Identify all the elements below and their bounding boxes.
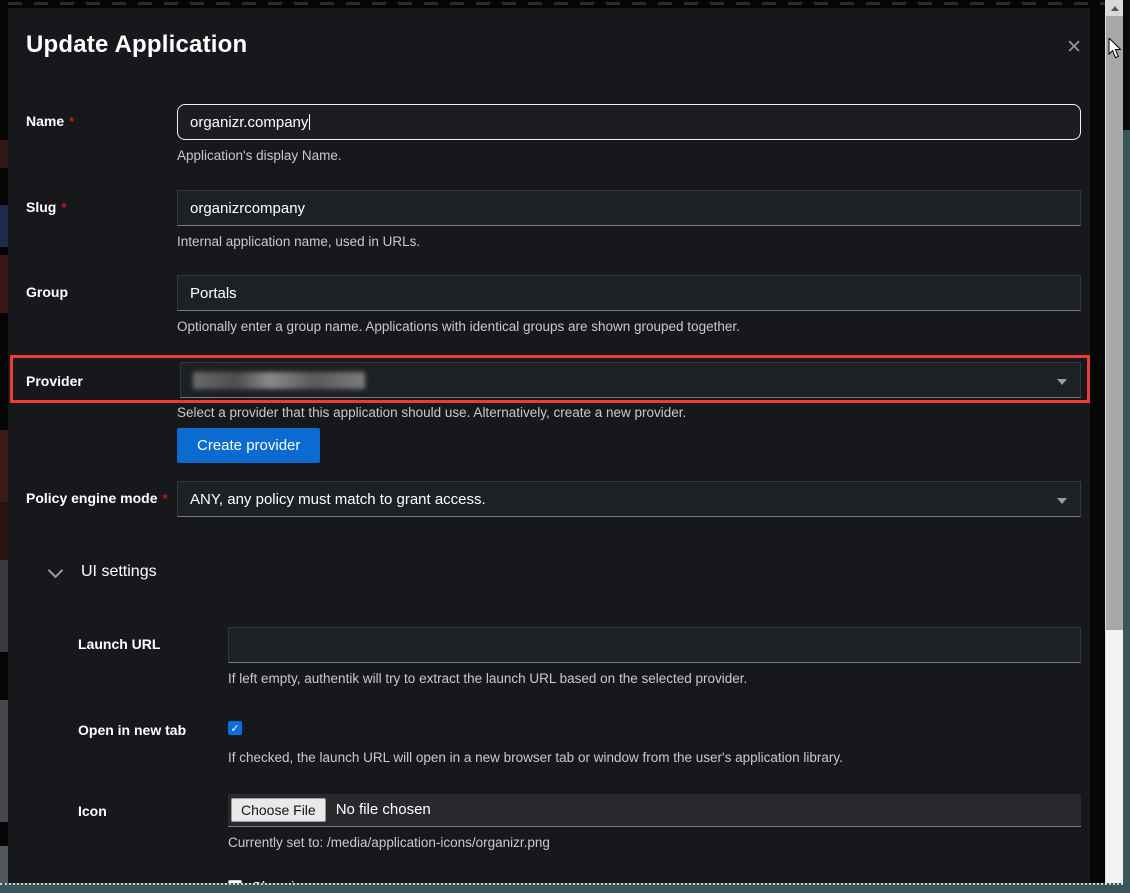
provider-select[interactable] bbox=[180, 362, 1081, 398]
launch-url-input[interactable] bbox=[228, 627, 1081, 663]
policy-engine-mode-label: Policy engine mode* bbox=[26, 481, 177, 506]
file-status-text: No file chosen bbox=[336, 801, 431, 818]
group-help: Optionally enter a group name. Applicati… bbox=[177, 317, 1081, 336]
text-caret bbox=[309, 114, 310, 130]
form-row-slug: Slug* organizrcompany Internal applicati… bbox=[26, 190, 1081, 251]
icon-file-input[interactable]: Choose File No file chosen bbox=[228, 794, 1081, 827]
slug-label: Slug* bbox=[26, 190, 177, 215]
backdrop-fragment bbox=[0, 700, 8, 822]
required-marker: * bbox=[162, 491, 167, 506]
check-icon: ✓ bbox=[230, 722, 239, 735]
backdrop-fragment bbox=[0, 560, 8, 652]
form-row-policy-engine-mode: Policy engine mode* ANY, any policy must… bbox=[26, 481, 1081, 517]
close-icon[interactable]: ✕ bbox=[1066, 38, 1082, 57]
name-label: Name* bbox=[26, 104, 177, 129]
name-input[interactable]: organizr.company bbox=[177, 104, 1081, 140]
required-marker: * bbox=[61, 200, 66, 215]
provider-annotation-box: Provider bbox=[10, 355, 1090, 403]
create-provider-button[interactable]: Create provider bbox=[177, 428, 320, 463]
backdrop-fragment bbox=[0, 205, 8, 247]
dropdown-caret-icon bbox=[1057, 498, 1067, 504]
choose-file-button[interactable]: Choose File bbox=[231, 798, 326, 822]
provider-help-row: Select a provider that this application … bbox=[26, 403, 1081, 463]
launch-url-label: Launch URL bbox=[78, 627, 228, 652]
open-in-new-tab-label: Open in new tab bbox=[78, 713, 228, 738]
icon-help: Currently set to: /media/application-ico… bbox=[228, 833, 1081, 852]
scroll-up-button[interactable] bbox=[1106, 0, 1123, 16]
provider-help: Select a provider that this application … bbox=[177, 403, 1081, 422]
open-in-new-tab-help: If checked, the launch URL will open in … bbox=[228, 748, 1081, 767]
redacted-provider-value bbox=[193, 372, 365, 389]
form-row-group: Group Portals Optionally enter a group n… bbox=[26, 275, 1081, 336]
form-row-name: Name* organizr.company Application's dis… bbox=[26, 104, 1081, 165]
update-application-modal: Update Application ✕ Name* organizr.comp… bbox=[8, 8, 1090, 884]
icon-label: Icon bbox=[78, 794, 228, 819]
backdrop-fragment bbox=[0, 846, 8, 884]
form-row-open-in-new-tab: Open in new tab ✓ If checked, the launch… bbox=[78, 713, 1081, 767]
backdrop-fragment bbox=[0, 502, 8, 560]
dropdown-caret-icon bbox=[1057, 379, 1067, 385]
window-edge-cap bbox=[1123, 0, 1130, 130]
provider-label: Provider bbox=[26, 362, 180, 389]
window-bottom-strip bbox=[0, 883, 1123, 893]
slug-help: Internal application name, used in URLs. bbox=[177, 232, 1081, 251]
open-in-new-tab-checkbox[interactable]: ✓ bbox=[228, 721, 242, 735]
launch-url-help: If left empty, authentik will try to ext… bbox=[228, 669, 1081, 688]
required-marker: * bbox=[69, 114, 74, 129]
scrollbar-thumb[interactable] bbox=[1106, 16, 1123, 630]
vertical-scrollbar[interactable] bbox=[1105, 0, 1123, 893]
ui-settings-title: UI settings bbox=[81, 563, 157, 581]
form-row-icon: Icon Choose File No file chosen Currentl… bbox=[78, 794, 1081, 852]
focus-outline-dashes bbox=[8, 2, 1106, 5]
backdrop-fragment bbox=[0, 140, 8, 168]
slug-input[interactable]: organizrcompany bbox=[177, 190, 1081, 226]
page-title: Update Application bbox=[26, 28, 1081, 61]
window-edge-strip bbox=[1123, 0, 1130, 893]
form-row-launch-url: Launch URL If left empty, authentik will… bbox=[78, 627, 1081, 688]
spacer bbox=[26, 403, 177, 412]
group-input[interactable]: Portals bbox=[177, 275, 1081, 311]
backdrop-fragment bbox=[0, 430, 8, 502]
backdrop-fragment bbox=[0, 255, 8, 313]
mouse-cursor bbox=[1108, 38, 1122, 59]
policy-engine-mode-select[interactable]: ANY, any policy must match to grant acce… bbox=[177, 481, 1081, 517]
arrow-up-icon bbox=[1111, 6, 1119, 11]
chevron-down-icon[interactable] bbox=[48, 562, 64, 578]
ui-settings-header[interactable]: UI settings bbox=[26, 560, 1081, 584]
group-label: Group bbox=[26, 275, 177, 300]
name-help: Application's display Name. bbox=[177, 146, 1081, 165]
